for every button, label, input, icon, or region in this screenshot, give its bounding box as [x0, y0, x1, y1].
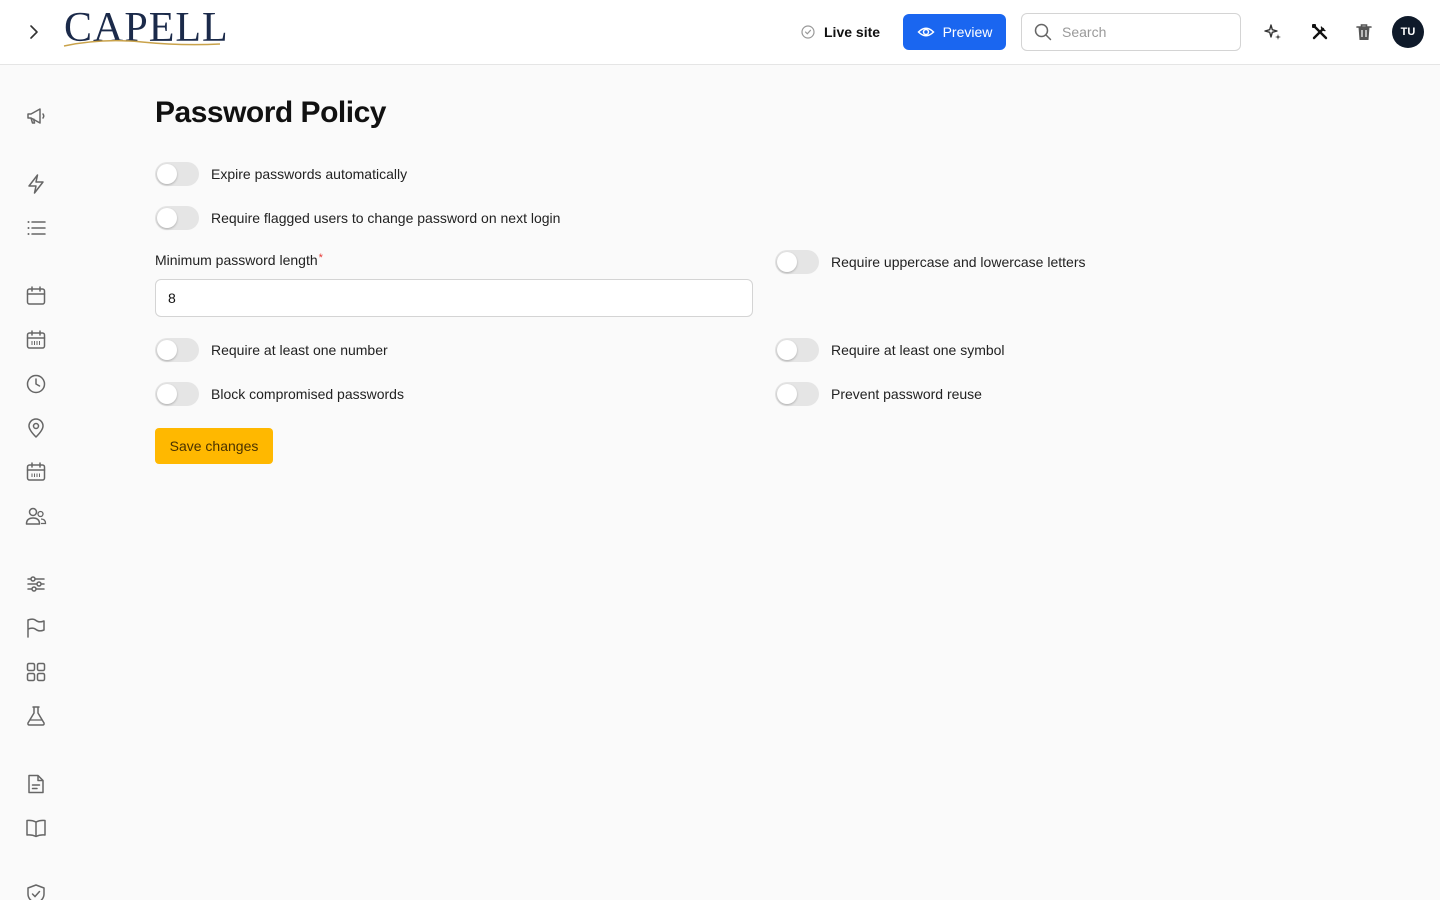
toggle-switch[interactable] [155, 338, 199, 362]
book-open-icon [26, 819, 46, 838]
sliders-icon [27, 576, 45, 592]
sidebar-item-calendar[interactable] [24, 284, 48, 308]
toggle-label: Require at least one symbol [831, 342, 1005, 358]
sidebar-item-apps[interactable] [24, 660, 48, 684]
toggle-knob [157, 384, 177, 404]
top-bar: CAPELL Live site Preview TU [0, 0, 1440, 65]
document-icon [28, 774, 44, 794]
toggle-switch[interactable] [155, 382, 199, 406]
calendar-days-icon [26, 330, 46, 349]
list-icon [27, 221, 46, 235]
toggle-knob [777, 384, 797, 404]
toggle-knob [157, 340, 177, 360]
sidebar-item-documents[interactable] [24, 772, 48, 796]
toggle-expire-passwords[interactable]: Expire passwords automatically [155, 162, 407, 186]
preview-label: Preview [942, 24, 993, 40]
sidebar-item-users[interactable] [24, 504, 48, 528]
calendar-icon [26, 286, 46, 305]
expand-sidebar-button[interactable] [20, 18, 48, 46]
toggle-block-compromised[interactable]: Block compromised passwords [155, 382, 404, 406]
toggle-switch[interactable] [775, 250, 819, 274]
ai-sparkle-button[interactable] [1261, 20, 1285, 44]
eye-icon [917, 27, 935, 37]
toggle-knob [777, 252, 797, 272]
logo-swoosh-icon [63, 39, 221, 47]
toggle-switch[interactable] [155, 162, 199, 186]
page-title: Password Policy [155, 96, 386, 129]
delete-button[interactable] [1352, 20, 1376, 44]
toggle-switch[interactable] [775, 382, 819, 406]
required-mark: * [318, 252, 323, 264]
beaker-icon [27, 706, 45, 726]
toggle-require-symbol[interactable]: Require at least one symbol [775, 338, 1005, 362]
sidebar-item-flags[interactable] [24, 616, 48, 640]
search-icon [1034, 23, 1052, 41]
live-site-link[interactable]: Live site [800, 20, 880, 44]
live-site-label: Live site [824, 24, 881, 40]
sidebar-item-automations[interactable] [24, 172, 48, 196]
sidebar-item-docs[interactable] [24, 816, 48, 840]
clock-icon [26, 374, 46, 394]
toggle-prevent-reuse[interactable]: Prevent password reuse [775, 382, 982, 406]
toggle-label: Require flagged users to change password… [211, 210, 561, 226]
toggle-switch[interactable] [155, 206, 199, 230]
sidebar-item-locations[interactable] [24, 416, 48, 440]
trash-icon [1356, 24, 1372, 40]
sidebar-item-settings[interactable] [24, 572, 48, 596]
tools-icon [1312, 24, 1328, 40]
toggle-upper-lower[interactable]: Require uppercase and lowercase letters [775, 250, 1085, 274]
save-changes-button[interactable]: Save changes [155, 428, 273, 464]
sidebar-item-history[interactable] [24, 372, 48, 396]
grid-icon [26, 662, 46, 682]
toggle-label: Require at least one number [211, 342, 388, 358]
toggle-knob [157, 208, 177, 228]
avatar[interactable]: TU [1392, 16, 1424, 48]
toggle-label: Require uppercase and lowercase letters [831, 254, 1086, 270]
min-length-input[interactable] [155, 279, 753, 317]
check-circle-icon [801, 25, 815, 39]
toggle-label: Expire passwords automatically [211, 166, 408, 182]
chevron-right-icon [30, 25, 38, 39]
search-box[interactable] [1021, 13, 1241, 51]
map-pin-icon [28, 418, 44, 438]
lightning-icon [28, 174, 44, 194]
search-input[interactable] [1062, 24, 1222, 40]
users-icon [25, 507, 47, 525]
toggle-require-number[interactable]: Require at least one number [155, 338, 388, 362]
sidebar-item-announcements[interactable] [24, 104, 48, 128]
toggle-label: Prevent password reuse [831, 386, 982, 402]
toggle-switch[interactable] [775, 338, 819, 362]
preview-button[interactable]: Preview [903, 14, 1006, 50]
tools-button[interactable] [1308, 20, 1332, 44]
flag-icon [27, 618, 45, 638]
shield-check-icon [27, 884, 45, 900]
sidebar-item-list[interactable] [24, 216, 48, 240]
sparkle-icon [1264, 24, 1281, 40]
toggle-label: Block compromised passwords [211, 386, 404, 402]
calendar-grid-icon [26, 462, 46, 481]
sidebar-item-security[interactable] [24, 882, 48, 900]
min-length-label-text: Minimum password length [155, 252, 318, 268]
megaphone-icon [27, 108, 45, 124]
min-length-label: Minimum password length* [155, 252, 323, 268]
toggle-knob [777, 340, 797, 360]
toggle-flagged-users[interactable]: Require flagged users to change password… [155, 206, 560, 230]
sidebar-item-events[interactable] [24, 460, 48, 484]
sidebar-item-schedule[interactable] [24, 328, 48, 352]
sidebar-item-labs[interactable] [24, 704, 48, 728]
toggle-knob [157, 164, 177, 184]
